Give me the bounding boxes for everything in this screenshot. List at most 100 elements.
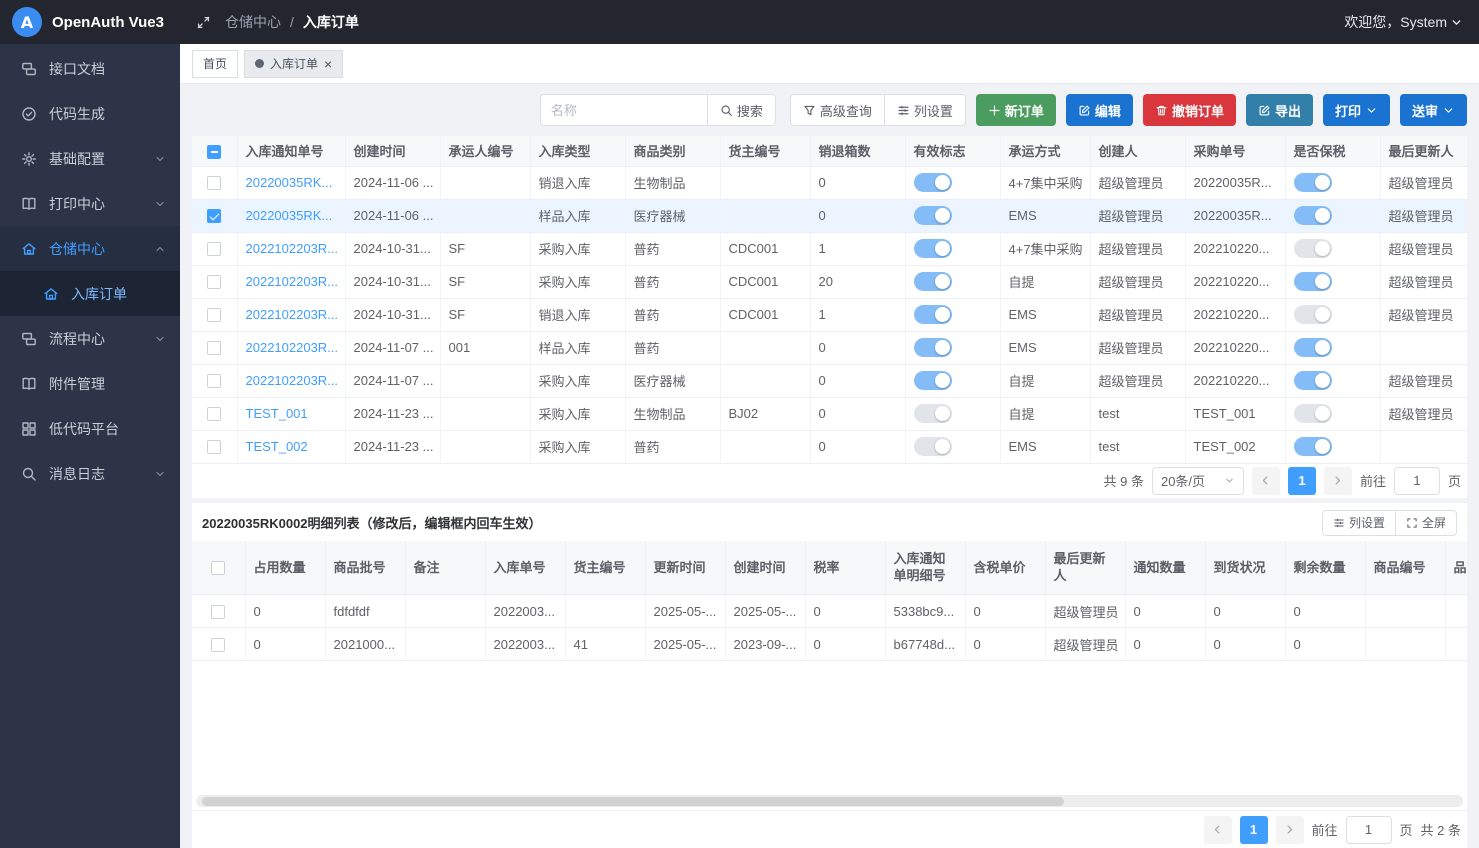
goto-page-input[interactable] bbox=[1394, 467, 1440, 495]
detail-column-header[interactable]: 商品编号 bbox=[1365, 541, 1445, 595]
row-checkbox[interactable] bbox=[207, 209, 221, 223]
scrollbar-thumb[interactable] bbox=[202, 797, 1064, 806]
bonded-toggle[interactable] bbox=[1294, 206, 1332, 225]
bonded-toggle[interactable] bbox=[1294, 437, 1332, 456]
row-checkbox[interactable] bbox=[207, 341, 221, 355]
detail-fullscreen-button[interactable]: 全屏 bbox=[1395, 510, 1457, 536]
detail-column-header[interactable]: 商品批号 bbox=[325, 541, 405, 595]
order-row[interactable]: TEST_0012024-11-23 ...采购入库生物制品BJ020自提tes… bbox=[192, 397, 1467, 430]
order-row[interactable]: 2022102203R...2024-10-31...SF采购入库普药CDC00… bbox=[192, 232, 1467, 265]
detail-column-header[interactable]: 入库通知单明细号 bbox=[885, 541, 965, 595]
select-all-checkbox[interactable] bbox=[207, 145, 221, 159]
column-header[interactable]: 创建人 bbox=[1090, 136, 1185, 166]
valid-flag-toggle[interactable] bbox=[914, 437, 952, 456]
detail-column-header[interactable]: 货主编号 bbox=[565, 541, 645, 595]
detail-row[interactable]: 02021000...2022003...412025-05-...2023-0… bbox=[192, 628, 1467, 661]
bonded-toggle[interactable] bbox=[1294, 338, 1332, 357]
bonded-toggle[interactable] bbox=[1294, 272, 1332, 291]
sidebar-item-lowcode-platform[interactable]: 低代码平台 bbox=[0, 406, 180, 451]
detail-column-header[interactable]: 更新时间 bbox=[645, 541, 725, 595]
valid-flag-toggle[interactable] bbox=[914, 272, 952, 291]
row-checkbox[interactable] bbox=[207, 407, 221, 421]
column-header[interactable]: 承运方式 bbox=[1000, 136, 1090, 166]
row-checkbox[interactable] bbox=[207, 374, 221, 388]
column-header[interactable]: 创建时间 bbox=[345, 136, 440, 166]
prev-page-button[interactable] bbox=[1252, 467, 1280, 495]
sidebar-collapse-icon[interactable] bbox=[196, 15, 211, 30]
column-header[interactable]: 入库类型 bbox=[530, 136, 625, 166]
row-checkbox[interactable] bbox=[207, 275, 221, 289]
export-button[interactable]: 导出 bbox=[1246, 94, 1313, 126]
detail-prev-page-button[interactable] bbox=[1204, 816, 1232, 844]
detail-column-header[interactable]: 含税单价 bbox=[965, 541, 1045, 595]
valid-flag-toggle[interactable] bbox=[914, 305, 952, 324]
order-notice-link[interactable]: 2022102203R... bbox=[246, 241, 339, 256]
sidebar-item-code-gen[interactable]: 代码生成 bbox=[0, 91, 180, 136]
tab-home[interactable]: 首页 bbox=[192, 50, 238, 78]
bonded-toggle[interactable] bbox=[1294, 173, 1332, 192]
breadcrumb-section[interactable]: 仓储中心 bbox=[225, 12, 281, 32]
advanced-query-button[interactable]: 高级查询 bbox=[790, 94, 885, 126]
row-checkbox[interactable] bbox=[207, 176, 221, 190]
detail-current-page-button[interactable]: 1 bbox=[1240, 816, 1268, 844]
detail-column-header[interactable]: 剩余数量 bbox=[1285, 541, 1365, 595]
detail-column-settings-button[interactable]: 列设置 bbox=[1322, 510, 1396, 536]
order-row[interactable]: 20220035RK...2024-11-06 ...销退入库生物制品04+7集… bbox=[192, 166, 1467, 199]
valid-flag-toggle[interactable] bbox=[914, 371, 952, 390]
order-notice-link[interactable]: 2022102203R... bbox=[246, 373, 339, 388]
order-notice-link[interactable]: 20220035RK... bbox=[246, 175, 333, 190]
row-checkbox[interactable] bbox=[207, 308, 221, 322]
valid-flag-toggle[interactable] bbox=[914, 404, 952, 423]
close-icon[interactable]: × bbox=[324, 57, 332, 71]
detail-column-header[interactable]: 品 bbox=[1445, 541, 1467, 595]
order-row[interactable]: 2022102203R...2024-10-31...SF销退入库普药CDC00… bbox=[192, 298, 1467, 331]
order-notice-link[interactable]: 2022102203R... bbox=[246, 340, 339, 355]
detail-row-checkbox[interactable] bbox=[211, 638, 225, 652]
column-header[interactable]: 入库通知单号 bbox=[237, 136, 345, 166]
edit-button[interactable]: 编辑 bbox=[1066, 94, 1133, 126]
detail-column-header[interactable]: 通知数量 bbox=[1125, 541, 1205, 595]
detail-column-header[interactable]: 最后更新人 bbox=[1045, 541, 1125, 595]
tab-inbound-order[interactable]: 入库订单× bbox=[244, 50, 343, 78]
detail-row-checkbox[interactable] bbox=[211, 605, 225, 619]
order-row[interactable]: 2022102203R...2024-11-07 ...采购入库医疗器械0自提超… bbox=[192, 364, 1467, 397]
order-row[interactable]: 20220035RK...2024-11-06 ...样品入库医疗器械0EMS超… bbox=[192, 199, 1467, 232]
column-header[interactable]: 商品类别 bbox=[625, 136, 720, 166]
search-button[interactable]: 搜索 bbox=[707, 94, 776, 126]
column-header[interactable]: 承运人编号 bbox=[440, 136, 530, 166]
order-row[interactable]: 2022102203R...2024-10-31...SF采购入库普药CDC00… bbox=[192, 265, 1467, 298]
user-menu[interactable]: 欢迎您，System bbox=[1344, 12, 1463, 32]
detail-column-header[interactable]: 创建时间 bbox=[725, 541, 805, 595]
approve-button[interactable]: 送审 bbox=[1400, 94, 1467, 126]
sidebar-item-attachment-mgmt[interactable]: 附件管理 bbox=[0, 361, 180, 406]
next-page-button[interactable] bbox=[1324, 467, 1352, 495]
order-row[interactable]: TEST_0022024-11-23 ...采购入库普药0EMStestTEST… bbox=[192, 430, 1467, 463]
detail-column-header[interactable]: 到货状况 bbox=[1205, 541, 1285, 595]
bonded-toggle[interactable] bbox=[1294, 371, 1332, 390]
sidebar-item-message-log[interactable]: 消息日志 bbox=[0, 451, 180, 496]
column-settings-button[interactable]: 列设置 bbox=[884, 94, 966, 126]
detail-row[interactable]: 0fdfdfdf2022003...2025-05-...2025-05-...… bbox=[192, 595, 1467, 628]
order-notice-link[interactable]: TEST_002 bbox=[246, 439, 308, 454]
horizontal-scrollbar[interactable] bbox=[196, 795, 1463, 807]
bonded-toggle[interactable] bbox=[1294, 305, 1332, 324]
column-header[interactable]: 采购单号 bbox=[1185, 136, 1285, 166]
order-notice-link[interactable]: 20220035RK... bbox=[246, 208, 333, 223]
column-header[interactable]: 货主编号 bbox=[720, 136, 810, 166]
valid-flag-toggle[interactable] bbox=[914, 173, 952, 192]
valid-flag-toggle[interactable] bbox=[914, 239, 952, 258]
print-button[interactable]: 打印 bbox=[1323, 94, 1390, 126]
sidebar-item-inbound-order[interactable]: 入库订单 bbox=[0, 271, 180, 316]
row-checkbox[interactable] bbox=[207, 242, 221, 256]
detail-column-header[interactable]: 占用数量 bbox=[245, 541, 325, 595]
sidebar-item-interface-docs[interactable]: 接口文档 bbox=[0, 46, 180, 91]
sidebar-item-process-center[interactable]: 流程中心 bbox=[0, 316, 180, 361]
sidebar-item-warehouse-center[interactable]: 仓储中心 bbox=[0, 226, 180, 271]
search-input[interactable] bbox=[540, 94, 708, 126]
detail-column-header[interactable]: 备注 bbox=[405, 541, 485, 595]
current-page-button[interactable]: 1 bbox=[1288, 467, 1316, 495]
order-notice-link[interactable]: TEST_001 bbox=[246, 406, 308, 421]
sidebar-item-print-center[interactable]: 打印中心 bbox=[0, 181, 180, 226]
detail-next-page-button[interactable] bbox=[1276, 816, 1304, 844]
column-header[interactable]: 销退箱数 bbox=[810, 136, 905, 166]
